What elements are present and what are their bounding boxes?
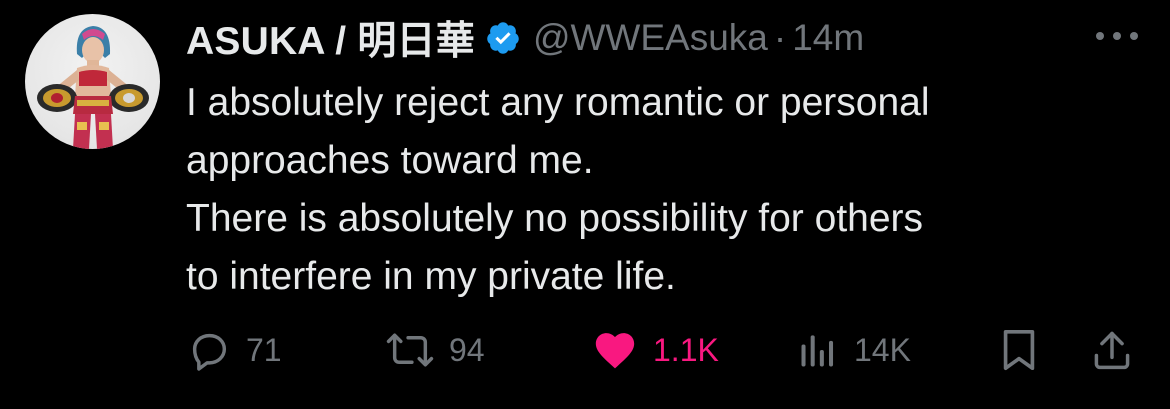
display-name[interactable]: ASUKA / 明日華 [186,10,475,66]
user-handle[interactable]: @WWEAsuka [533,17,768,59]
separator-dot: · [773,17,787,58]
bookmark-button[interactable] [999,322,1039,378]
retweet-button[interactable]: 94 [385,322,485,378]
reply-count: 71 [246,331,282,368]
more-options-icon[interactable] [1096,27,1138,45]
avatar-image [37,26,149,149]
tweet-text-line: There is absolutely no possibility for o… [186,197,924,240]
tweet-header: ASUKA / 明日華 @WWEAsuka · 14m [186,12,864,64]
views-chart-icon [796,327,840,373]
timestamp[interactable]: 14m [792,17,864,59]
action-bar: 71 94 1.1K 14K [0,322,1170,378]
tweet[interactable]: ASUKA / 明日華 @WWEAsuka · 14m I absolutely… [0,0,1170,409]
tweet-text-line: to interfere in my private life. [186,255,676,298]
share-button[interactable] [1090,322,1134,378]
reply-icon [186,327,232,373]
avatar[interactable] [25,14,160,149]
retweet-count: 94 [449,331,485,368]
verified-badge-icon [485,20,521,56]
views-button[interactable]: 14K [796,322,911,378]
reply-button[interactable]: 71 [186,322,282,378]
like-button[interactable]: 1.1K [591,322,719,378]
bookmark-icon [999,327,1039,373]
like-count: 1.1K [653,331,719,368]
retweet-icon [385,327,435,373]
heart-icon [591,327,639,373]
tweet-text-line: approaches toward me. [186,139,594,182]
share-icon [1090,327,1134,373]
tweet-text-line: I absolutely reject any romantic or pers… [186,81,930,124]
tweet-text: I absolutely reject any romantic or pers… [186,74,1146,306]
views-count: 14K [854,331,911,368]
